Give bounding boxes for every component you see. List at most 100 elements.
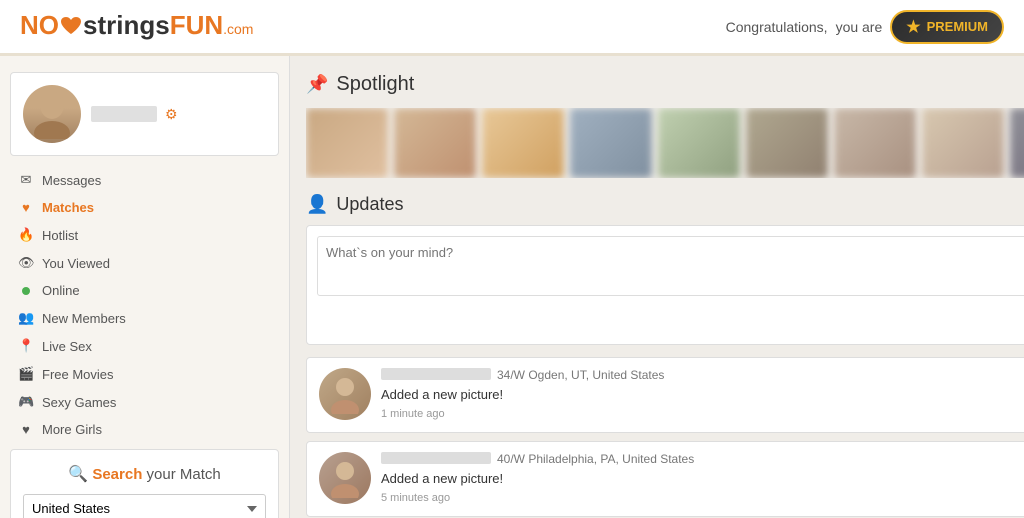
- updates-title: 👤 Updates: [306, 194, 1024, 215]
- sidebar-item-label: New Members: [42, 311, 126, 326]
- logo-heart-icon: [60, 12, 82, 43]
- sidebar-item-hotlist[interactable]: 🔥 Hotlist: [10, 221, 279, 249]
- sidebar-item-matches[interactable]: ♥ Matches: [10, 194, 279, 221]
- new-members-icon: 👥: [18, 310, 34, 326]
- sidebar-item-label: Live Sex: [42, 339, 92, 354]
- spotlight-section: 📌 Spotlight ← →: [306, 70, 1024, 178]
- spotlight-thumb[interactable]: [834, 108, 916, 178]
- spotlight-thumb[interactable]: [482, 108, 564, 178]
- spotlight-icon: 📌: [306, 74, 328, 95]
- spotlight-thumb[interactable]: [746, 108, 828, 178]
- post-box: POST: [306, 225, 1024, 345]
- feed-name-bar-2: [381, 452, 491, 464]
- feed-time-1: 1 minute ago: [381, 408, 445, 420]
- profile-info: Princess ⚙: [91, 106, 178, 123]
- nav-menu: ✉ Messages ♥ Matches 🔥 Hotlist 👁 You Vie…: [10, 166, 279, 443]
- live-sex-icon: 📍: [18, 338, 34, 354]
- spotlight-thumb[interactable]: [394, 108, 476, 178]
- updates-section: 👤 Updates POST: [306, 194, 1024, 518]
- sidebar-item-you-viewed[interactable]: 👁 You Viewed: [10, 249, 279, 277]
- post-textarea[interactable]: [317, 236, 1024, 296]
- sidebar-item-label: More Girls: [42, 422, 102, 437]
- search-match-title: 🔍 Search your Match: [23, 464, 266, 484]
- main-content: 📌 Spotlight ← →: [290, 56, 1024, 518]
- feed-avatar[interactable]: [319, 368, 371, 420]
- hotlist-icon: 🔥: [18, 227, 34, 243]
- logo-no: NO: [20, 10, 59, 40]
- avatar-area: Princess ⚙: [23, 85, 266, 143]
- sidebar-item-sexy-games[interactable]: 🎮 Sexy Games: [10, 388, 279, 416]
- you-are-text: you are: [836, 19, 883, 35]
- sidebar-item-messages[interactable]: ✉ Messages: [10, 166, 279, 194]
- updates-title-text: Updates: [336, 194, 403, 215]
- search-icon: 🔍: [68, 466, 88, 483]
- settings-icon[interactable]: ⚙: [165, 106, 178, 122]
- avatar[interactable]: [23, 85, 81, 143]
- feed-footer-1: 1 minute ago ↩ Reply: [381, 406, 1024, 422]
- spotlight-thumb[interactable]: [922, 108, 1004, 178]
- feed-content-1: 34/W Ogden, UT, United States Added a ne…: [381, 368, 1024, 422]
- online-icon: [18, 283, 34, 298]
- congrats-text: Congratulations,: [726, 19, 828, 35]
- sidebar-item-label: Free Movies: [42, 367, 114, 382]
- more-girls-icon: ♥: [18, 422, 34, 437]
- sidebar-item-live-sex[interactable]: 📍 Live Sex: [10, 332, 279, 360]
- country-select-wrapper: United States United Kingdom Canada Aust…: [23, 494, 266, 518]
- updates-icon: 👤: [306, 194, 328, 215]
- feed-action-1: Added a new picture!: [381, 387, 1024, 402]
- feed-time-2: 5 minutes ago: [381, 492, 450, 504]
- sidebar-item-new-members[interactable]: 👥 New Members: [10, 304, 279, 332]
- country-select[interactable]: United States United Kingdom Canada Aust…: [23, 494, 266, 518]
- spotlight-title-text: Spotlight: [336, 73, 414, 96]
- sidebar-item-more-girls[interactable]: ♥ More Girls: [10, 416, 279, 443]
- feed-item: 34/W Ogden, UT, United States Added a ne…: [306, 357, 1024, 433]
- spotlight-thumb[interactable]: [658, 108, 740, 178]
- main-layout: Princess ⚙ ✉ Messages ♥ Matches 🔥 Hotlis…: [0, 56, 1024, 518]
- profile-section: Princess ⚙: [10, 72, 279, 156]
- sidebar-item-label: Hotlist: [42, 228, 78, 243]
- feed-header-2: 40/W Philadelphia, PA, United States: [381, 452, 1024, 468]
- feed-age-location-2: 40/W Philadelphia, PA, United States: [497, 452, 694, 466]
- free-movies-icon: 🎬: [18, 366, 34, 382]
- site-logo[interactable]: NO stringsFUN.com: [20, 10, 253, 43]
- feed-avatar-face: [319, 452, 371, 504]
- sidebar: Princess ⚙ ✉ Messages ♥ Matches 🔥 Hotlis…: [0, 56, 290, 518]
- content-area: 📌 Spotlight ← →: [290, 56, 1024, 518]
- post-actions: POST: [317, 299, 1024, 334]
- spotlight-thumb[interactable]: [306, 108, 388, 178]
- spotlight-thumb[interactable]: [570, 108, 652, 178]
- feed-footer-2: 5 minutes ago ↩ Reply: [381, 490, 1024, 506]
- messages-icon: ✉: [18, 172, 34, 188]
- you-viewed-icon: 👁: [18, 255, 34, 271]
- header-right: Congratulations, you are ★ PREMIUM: [726, 10, 1004, 44]
- logo-com: .com: [223, 21, 253, 37]
- logo-fun: FUN: [170, 10, 223, 40]
- spotlight-strip: [306, 108, 1024, 178]
- feed-name-bar-1: [381, 368, 491, 380]
- feed-avatar[interactable]: [319, 452, 371, 504]
- sidebar-item-online[interactable]: Online: [10, 277, 279, 304]
- feed-age-location-1: 34/W Ogden, UT, United States: [497, 368, 664, 382]
- avatar-face: [23, 85, 81, 143]
- sidebar-item-label: Matches: [42, 200, 94, 215]
- sidebar-item-label: Messages: [42, 173, 101, 188]
- sidebar-item-label: Sexy Games: [42, 395, 116, 410]
- premium-badge[interactable]: ★ PREMIUM: [890, 10, 1004, 44]
- sexy-games-icon: 🎮: [18, 394, 34, 410]
- your-match-label: your Match: [142, 466, 220, 483]
- sidebar-item-free-movies[interactable]: 🎬 Free Movies: [10, 360, 279, 388]
- premium-label: PREMIUM: [927, 19, 988, 34]
- matches-icon: ♥: [18, 200, 34, 215]
- header: NO stringsFUN.com Congratulations, you a…: [0, 0, 1024, 56]
- search-label: Search: [92, 466, 142, 483]
- spotlight-header: 📌 Spotlight ← →: [306, 70, 1024, 98]
- spotlight-thumb[interactable]: [1010, 108, 1024, 178]
- feed-content-2: 40/W Philadelphia, PA, United States Add…: [381, 452, 1024, 506]
- feed-header-1: 34/W Ogden, UT, United States: [381, 368, 1024, 384]
- profile-name[interactable]: Princess: [91, 106, 157, 122]
- search-match-section: 🔍 Search your Match United States United…: [10, 449, 279, 518]
- feed-avatar-face: [319, 368, 371, 420]
- sidebar-item-label: You Viewed: [42, 256, 110, 271]
- sidebar-item-label: Online: [42, 283, 80, 298]
- feed-item: 40/W Philadelphia, PA, United States Add…: [306, 441, 1024, 517]
